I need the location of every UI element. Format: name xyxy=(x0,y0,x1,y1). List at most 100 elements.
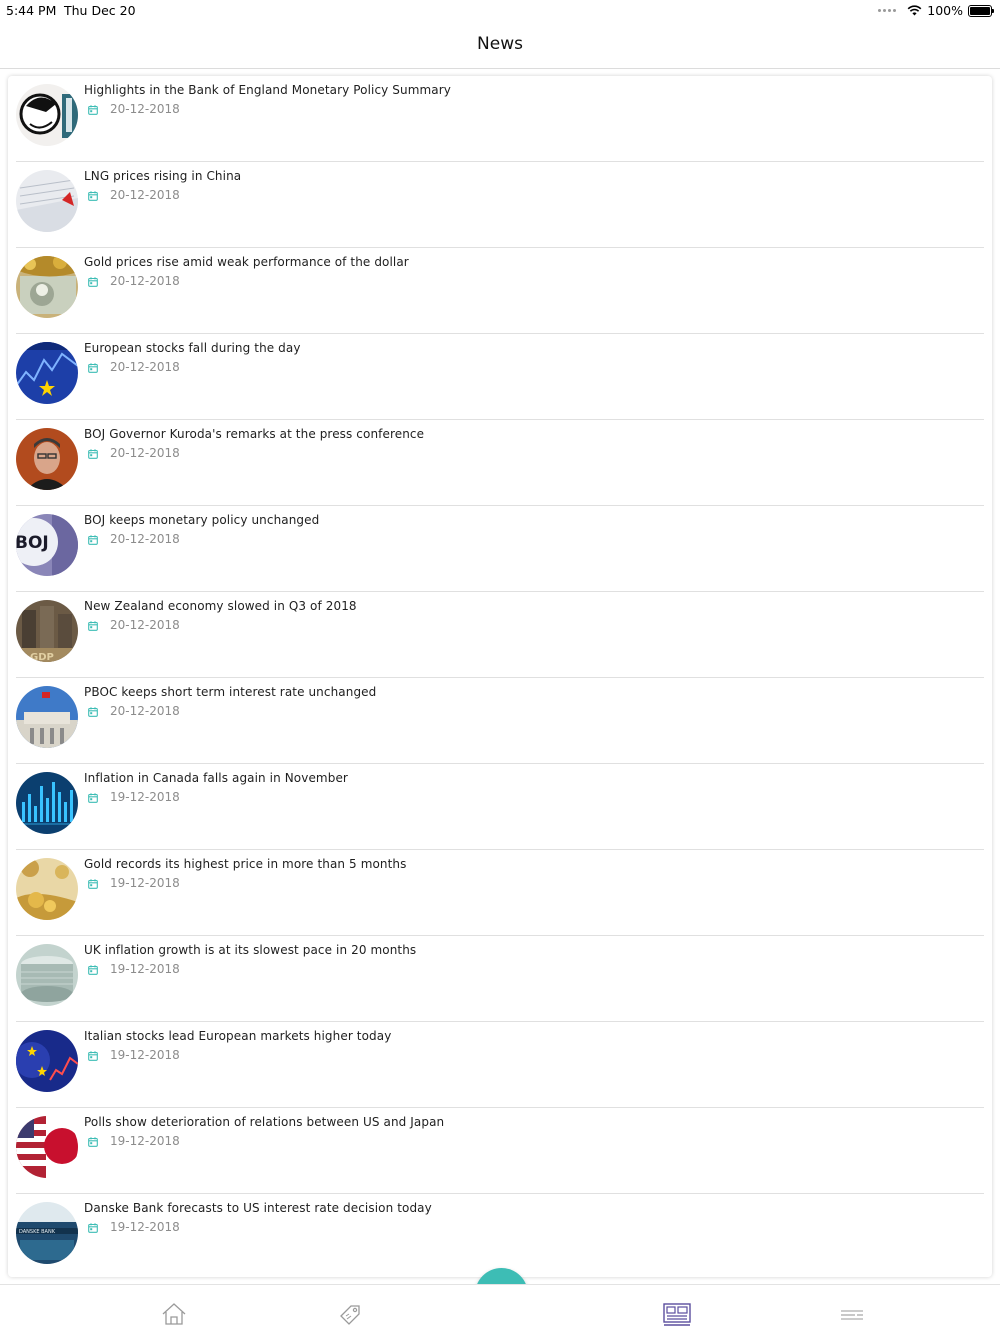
news-item[interactable]: BOJ BOJ keeps monetary policy unchanged … xyxy=(16,506,984,592)
news-thumbnail xyxy=(16,84,78,146)
news-item[interactable]: GDP New Zealand economy slowed in Q3 of … xyxy=(16,592,984,678)
calendar-icon xyxy=(88,277,98,287)
news-title: Inflation in Canada falls again in Novem… xyxy=(84,771,348,785)
tab-offers[interactable] xyxy=(335,1301,365,1327)
battery-icon xyxy=(968,4,994,17)
news-item[interactable]: Italian stocks lead European markets hig… xyxy=(16,1022,984,1108)
news-thumbnail xyxy=(16,686,78,748)
news-thumbnail-image xyxy=(16,858,78,920)
news-date: 19-12-2018 xyxy=(110,876,180,890)
news-thumbnail xyxy=(16,1116,78,1178)
news-date: 20-12-2018 xyxy=(110,102,180,116)
news-title: Danske Bank forecasts to US interest rat… xyxy=(84,1201,432,1215)
news-title: New Zealand economy slowed in Q3 of 2018 xyxy=(84,599,357,613)
calendar-icon xyxy=(88,363,98,373)
calendar-icon xyxy=(88,1051,98,1061)
tab-home[interactable] xyxy=(159,1301,189,1327)
news-thumbnail-image xyxy=(16,428,78,490)
news-thumbnail-image: BOJ xyxy=(16,514,78,576)
status-time: 5:44 PM xyxy=(6,3,57,18)
news-item[interactable]: BOJ Governor Kuroda's remarks at the pre… xyxy=(16,420,984,506)
wifi-icon xyxy=(907,5,922,16)
news-date: 20-12-2018 xyxy=(110,360,180,374)
tag-icon xyxy=(340,1305,360,1325)
tab-news[interactable] xyxy=(662,1301,692,1327)
news-item[interactable]: LNG prices rising in China 20-12-2018 xyxy=(16,162,984,248)
news-thumbnail-image xyxy=(16,772,78,834)
news-thumbnail xyxy=(16,170,78,232)
news-thumbnail-image xyxy=(16,256,78,318)
news-item[interactable]: UK inflation growth is at its slowest pa… xyxy=(16,936,984,1022)
navigation-bar: News xyxy=(0,22,1000,69)
page-title: News xyxy=(477,34,523,54)
calendar-icon xyxy=(88,535,98,545)
news-title: Highlights in the Bank of England Moneta… xyxy=(84,83,451,97)
battery-percent: 100% xyxy=(927,3,963,18)
news-item[interactable]: Gold prices rise amid weak performance o… xyxy=(16,248,984,334)
signal-icon xyxy=(878,9,897,12)
calendar-icon xyxy=(88,621,98,631)
news-item[interactable]: European stocks fall during the day 20-1… xyxy=(16,334,984,420)
calendar-icon xyxy=(88,793,98,803)
news-item[interactable]: Highlights in the Bank of England Moneta… xyxy=(16,76,984,162)
news-thumbnail-image xyxy=(16,342,78,404)
calendar-icon xyxy=(88,105,98,115)
status-date: Thu Dec 20 xyxy=(64,3,136,18)
news-item[interactable]: Gold records its highest price in more t… xyxy=(16,850,984,936)
news-thumbnail xyxy=(16,858,78,920)
news-date: 20-12-2018 xyxy=(110,704,180,718)
news-thumbnail xyxy=(16,256,78,318)
news-date: 19-12-2018 xyxy=(110,1134,180,1148)
svg-text:BOJ: BOJ xyxy=(16,533,49,553)
news-thumbnail: GDP xyxy=(16,600,78,662)
status-bar: 5:44 PM Thu Dec 20 100% xyxy=(0,0,1000,22)
svg-text:GDP: GDP xyxy=(30,652,54,662)
news-title: BOJ Governor Kuroda's remarks at the pre… xyxy=(84,427,425,441)
news-date: 20-12-2018 xyxy=(110,532,180,546)
news-thumbnail xyxy=(16,1030,78,1092)
news-thumbnail-image xyxy=(16,170,78,232)
news-icon xyxy=(663,1303,691,1326)
news-title: Gold records its highest price in more t… xyxy=(84,857,407,871)
news-thumbnail: DANSKE BANK xyxy=(16,1202,78,1264)
news-list: Highlights in the Bank of England Moneta… xyxy=(8,76,992,1277)
tab-bar xyxy=(0,1284,1000,1334)
news-title: UK inflation growth is at its slowest pa… xyxy=(84,943,417,957)
news-date: 19-12-2018 xyxy=(110,1048,180,1062)
news-thumbnail xyxy=(16,944,78,1006)
news-thumbnail xyxy=(16,772,78,834)
news-thumbnail-image xyxy=(16,84,78,146)
news-date: 19-12-2018 xyxy=(110,790,180,804)
home-icon xyxy=(162,1303,186,1325)
news-thumbnail-image xyxy=(16,1116,78,1178)
news-date: 19-12-2018 xyxy=(110,962,180,976)
news-date: 20-12-2018 xyxy=(110,274,180,288)
news-date: 19-12-2018 xyxy=(110,1220,180,1234)
news-thumbnail-image: GDP xyxy=(16,600,78,662)
calendar-icon xyxy=(88,1223,98,1233)
news-item[interactable]: DANSKE BANK Danske Bank forecasts to US … xyxy=(16,1194,984,1277)
calendar-icon xyxy=(88,965,98,975)
news-title: Italian stocks lead European markets hig… xyxy=(84,1029,392,1043)
calendar-icon xyxy=(88,707,98,717)
calendar-icon xyxy=(88,191,98,201)
calendar-icon xyxy=(88,1137,98,1147)
svg-text:DANSKE BANK: DANSKE BANK xyxy=(19,1229,56,1235)
news-title: Gold prices rise amid weak performance o… xyxy=(84,255,409,269)
news-thumbnail xyxy=(16,342,78,404)
news-title: BOJ keeps monetary policy unchanged xyxy=(84,513,320,527)
news-thumbnail-image xyxy=(16,1030,78,1092)
news-item[interactable]: Polls show deterioration of relations be… xyxy=(16,1108,984,1194)
menu-icon xyxy=(841,1310,863,1320)
status-indicators: 100% xyxy=(878,3,994,18)
news-date: 20-12-2018 xyxy=(110,618,180,632)
news-item[interactable]: Inflation in Canada falls again in Novem… xyxy=(16,764,984,850)
calendar-icon xyxy=(88,879,98,889)
news-title: European stocks fall during the day xyxy=(84,341,301,355)
news-item[interactable]: PBOC keeps short term interest rate unch… xyxy=(16,678,984,764)
tab-menu[interactable] xyxy=(837,1301,867,1327)
news-thumbnail-image xyxy=(16,944,78,1006)
news-title: PBOC keeps short term interest rate unch… xyxy=(84,685,377,699)
news-thumbnail-image: DANSKE BANK xyxy=(16,1202,78,1264)
news-date: 20-12-2018 xyxy=(110,446,180,460)
